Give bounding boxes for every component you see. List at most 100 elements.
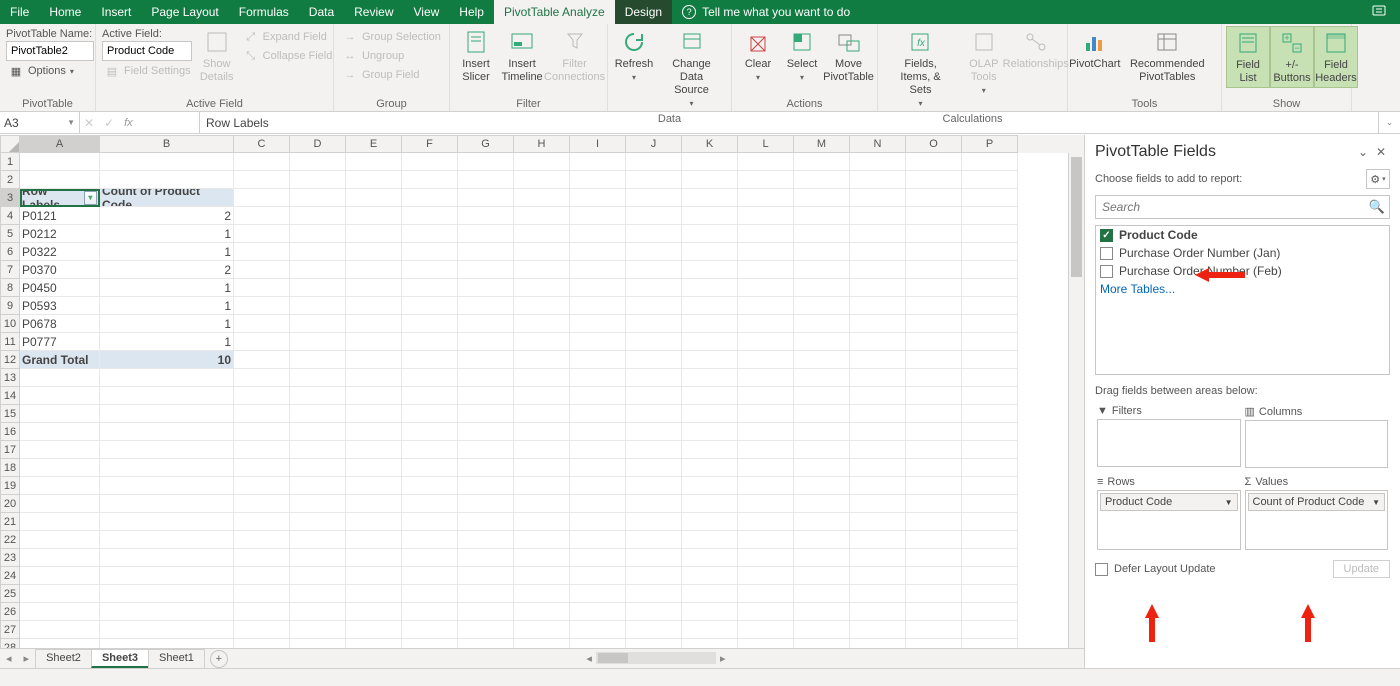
cell[interactable]: [570, 225, 626, 243]
cell[interactable]: [234, 441, 290, 459]
cell[interactable]: [458, 225, 514, 243]
cell[interactable]: [626, 441, 682, 459]
cell[interactable]: [906, 261, 962, 279]
cell[interactable]: P0370: [20, 261, 100, 279]
cell[interactable]: [738, 225, 794, 243]
cell[interactable]: [290, 207, 346, 225]
cell[interactable]: [20, 513, 100, 531]
cell[interactable]: [906, 459, 962, 477]
cell[interactable]: [290, 225, 346, 243]
cell[interactable]: [570, 369, 626, 387]
cell[interactable]: [738, 423, 794, 441]
row-header-3[interactable]: 3: [0, 189, 20, 207]
field-purchase-order-number-jan-[interactable]: Purchase Order Number (Jan): [1096, 244, 1389, 262]
cell[interactable]: [234, 405, 290, 423]
cell[interactable]: [458, 423, 514, 441]
cell[interactable]: [290, 315, 346, 333]
pivotchart-button[interactable]: PivotChart: [1072, 26, 1118, 73]
cell[interactable]: [570, 171, 626, 189]
cell[interactable]: [570, 585, 626, 603]
cell[interactable]: [570, 621, 626, 639]
cell[interactable]: P0593: [20, 297, 100, 315]
cell[interactable]: [346, 639, 402, 648]
cell[interactable]: [402, 621, 458, 639]
cell[interactable]: [234, 369, 290, 387]
cell[interactable]: [514, 369, 570, 387]
cell[interactable]: 1: [100, 315, 234, 333]
field-search-input[interactable]: [1095, 195, 1390, 219]
cell[interactable]: [626, 549, 682, 567]
cell[interactable]: [234, 621, 290, 639]
cell[interactable]: [906, 495, 962, 513]
cell[interactable]: [402, 153, 458, 171]
cell[interactable]: [962, 585, 1018, 603]
field-purchase-order-number-feb-[interactable]: Purchase Order Number (Feb): [1096, 262, 1389, 280]
pivottable-name-input[interactable]: [6, 41, 94, 61]
cell[interactable]: [290, 585, 346, 603]
row-header-22[interactable]: 22: [0, 531, 20, 549]
cell[interactable]: [570, 333, 626, 351]
row-header-15[interactable]: 15: [0, 405, 20, 423]
cell[interactable]: [794, 243, 850, 261]
cell[interactable]: [20, 495, 100, 513]
cell[interactable]: [962, 459, 1018, 477]
cell[interactable]: [906, 585, 962, 603]
row-header-16[interactable]: 16: [0, 423, 20, 441]
cell[interactable]: [738, 261, 794, 279]
cell[interactable]: [290, 639, 346, 648]
cell[interactable]: [850, 477, 906, 495]
cell[interactable]: [100, 441, 234, 459]
cell[interactable]: [458, 495, 514, 513]
cell[interactable]: [514, 423, 570, 441]
cell[interactable]: [290, 531, 346, 549]
cell[interactable]: [850, 405, 906, 423]
cell[interactable]: [906, 531, 962, 549]
cell[interactable]: [850, 423, 906, 441]
cell[interactable]: [850, 387, 906, 405]
cell[interactable]: [570, 549, 626, 567]
row-header-23[interactable]: 23: [0, 549, 20, 567]
cell[interactable]: [738, 315, 794, 333]
cell[interactable]: [794, 315, 850, 333]
select-all-corner[interactable]: [0, 135, 20, 153]
cell[interactable]: [402, 333, 458, 351]
row-header-21[interactable]: 21: [0, 513, 20, 531]
cell[interactable]: [402, 387, 458, 405]
cell[interactable]: 1: [100, 243, 234, 261]
cell[interactable]: [906, 351, 962, 369]
cell[interactable]: [20, 387, 100, 405]
column-header-J[interactable]: J: [626, 135, 682, 153]
row-header-5[interactable]: 5: [0, 225, 20, 243]
cell[interactable]: [458, 477, 514, 495]
cell[interactable]: [570, 495, 626, 513]
cell[interactable]: [682, 459, 738, 477]
cell[interactable]: [514, 495, 570, 513]
cell[interactable]: [20, 369, 100, 387]
cell[interactable]: [906, 225, 962, 243]
cell[interactable]: [458, 171, 514, 189]
cell[interactable]: [514, 261, 570, 279]
cell[interactable]: [906, 603, 962, 621]
cell[interactable]: [346, 459, 402, 477]
sheet-tab-sheet3[interactable]: Sheet3: [91, 649, 149, 668]
cell[interactable]: [738, 531, 794, 549]
cell[interactable]: [346, 585, 402, 603]
columns-dropzone[interactable]: [1245, 420, 1389, 468]
cell[interactable]: [346, 441, 402, 459]
cell[interactable]: [682, 369, 738, 387]
cell[interactable]: [20, 171, 100, 189]
cell[interactable]: [626, 513, 682, 531]
cell[interactable]: [962, 207, 1018, 225]
cell[interactable]: [514, 549, 570, 567]
row-header-14[interactable]: 14: [0, 387, 20, 405]
cell[interactable]: [794, 297, 850, 315]
cell[interactable]: Grand Total: [20, 351, 100, 369]
cell[interactable]: [100, 423, 234, 441]
cell[interactable]: [100, 153, 234, 171]
cell[interactable]: [682, 207, 738, 225]
cell[interactable]: [514, 333, 570, 351]
values-dropzone[interactable]: Count of Product Code▼: [1245, 490, 1389, 550]
cell[interactable]: [346, 207, 402, 225]
fx-icon[interactable]: fx: [124, 117, 133, 129]
cell[interactable]: [570, 477, 626, 495]
